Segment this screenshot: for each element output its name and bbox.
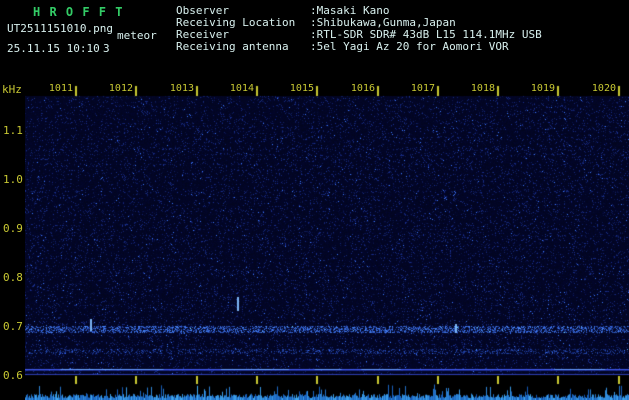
station-info: Observer:Masaki Kano Receiving Location:S… bbox=[176, 5, 542, 53]
freq-tick-label: 1.1 bbox=[3, 124, 23, 137]
spectrogram-canvas bbox=[25, 84, 629, 400]
station-info-value: :5el Yagi Az 20 for Aomori VOR bbox=[310, 40, 509, 53]
freq-tick-label: 1.0 bbox=[3, 173, 23, 186]
freq-tick-label: 0.8 bbox=[3, 271, 23, 284]
hrofft-screen: H R O F F T UT2511151010.png meteor 25.1… bbox=[0, 0, 629, 400]
station-info-row: Receiving antenna :5el Yagi Az 20 for Aom… bbox=[176, 41, 542, 53]
station-info-label: Receiving antenna bbox=[176, 40, 289, 53]
freq-axis-unit: kHz bbox=[2, 83, 22, 96]
freq-tick-label: 0.9 bbox=[3, 222, 23, 235]
app-title: H R O F F T bbox=[33, 5, 124, 19]
freq-tick-label: 0.6 bbox=[3, 369, 23, 382]
output-filename: UT2511151010.png bbox=[7, 22, 113, 35]
observation-tag: meteor bbox=[117, 29, 157, 42]
observation-datetime: 25.11.15 10:10 bbox=[7, 42, 100, 55]
echo-count: 3 bbox=[103, 42, 110, 55]
freq-tick-label: 0.7 bbox=[3, 320, 23, 333]
